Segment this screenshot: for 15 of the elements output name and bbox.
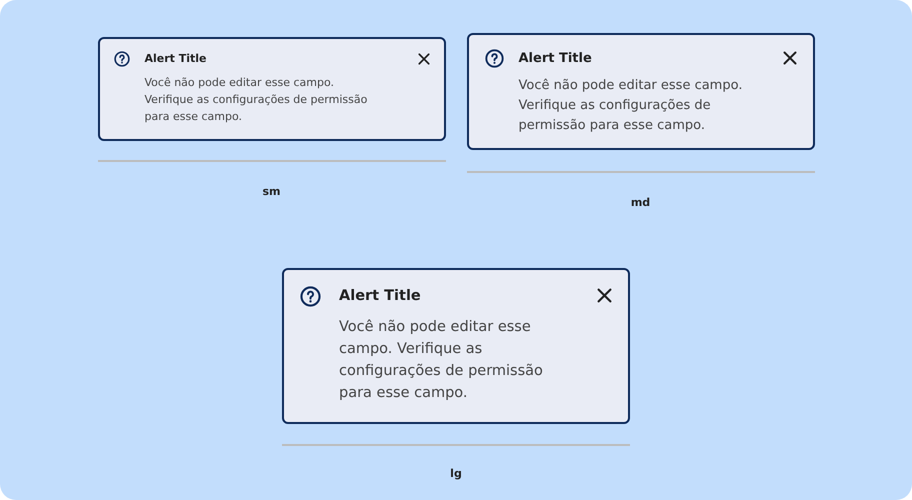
help-icon	[300, 286, 321, 307]
close-button[interactable]	[418, 53, 430, 65]
alert-message: Você não pode editar esse campo. Verifique as configurações de permissão para esse campo.	[144, 74, 368, 124]
size-label: md	[630, 194, 652, 210]
alert-message: Você não pode editar esse campo. Verifique as configurações de permissão para esse campo.	[518, 76, 744, 134]
close-button[interactable]	[782, 51, 796, 65]
help-icon	[114, 51, 130, 67]
close-button[interactable]	[597, 288, 612, 303]
alert-title: Alert Title	[339, 287, 422, 306]
alert-title: Alert Title	[144, 51, 208, 67]
alert-message: Você não pode editar esse campo. Verifique as configurações de permissão para esse campo.	[339, 318, 544, 403]
alert-title: Alert Title	[518, 50, 593, 68]
help-icon	[484, 49, 504, 68]
size-label: lg	[449, 466, 463, 482]
size-label: sm	[261, 184, 282, 200]
